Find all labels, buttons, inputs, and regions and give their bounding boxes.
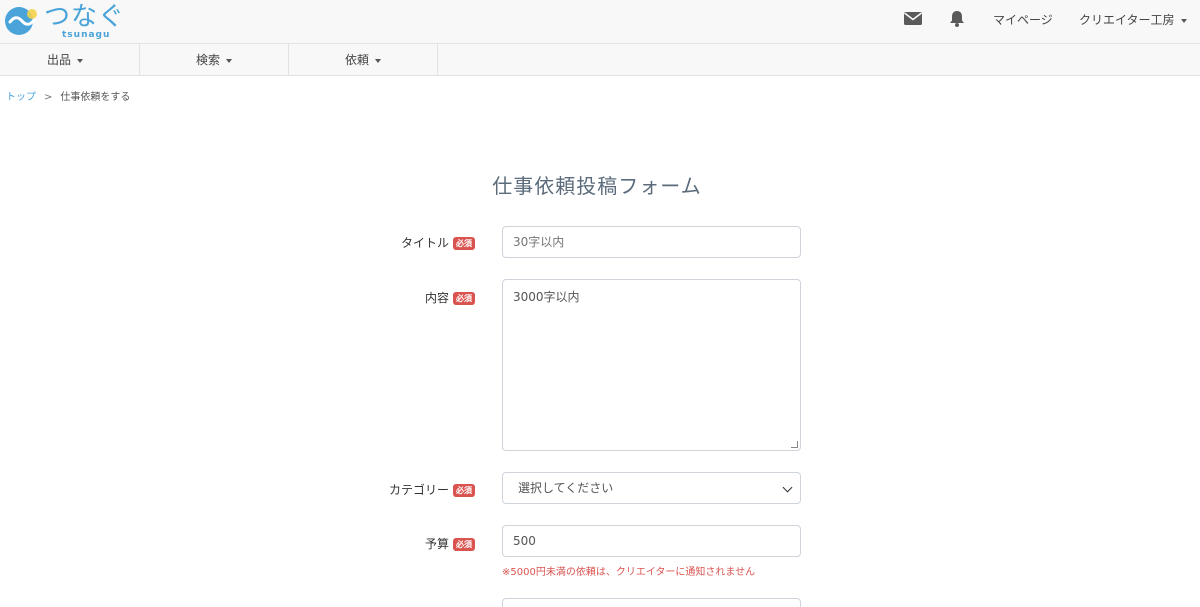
required-badge: 必須	[453, 484, 475, 497]
category-select-value: 選択してください	[518, 481, 614, 495]
required-badge: 必須	[453, 292, 475, 305]
category-label-text: カテゴリー	[388, 483, 449, 497]
title-label-text: タイトル	[400, 236, 449, 250]
content-placeholder: 3000字以内	[513, 290, 580, 304]
required-badge: 必須	[453, 538, 475, 551]
content-textarea[interactable]: 3000字以内	[502, 279, 801, 451]
chevron-down-icon	[77, 58, 83, 63]
budget-input[interactable]: 500	[502, 525, 801, 557]
brand-name: つなぐ	[44, 2, 126, 32]
menu-item-label: 依頼	[344, 53, 369, 67]
category-menubar: 出品 検索 依頼	[0, 44, 1200, 76]
budget-input-value: 500	[513, 534, 536, 548]
required-badge: 必須	[453, 237, 475, 250]
next-field-input[interactable]	[502, 598, 801, 607]
logo-mark-icon	[5, 7, 37, 35]
menu-item-label: 検索	[195, 53, 220, 67]
breadcrumb-home-link[interactable]: トップ	[6, 92, 36, 103]
breadcrumb-current: 仕事依頼をする	[60, 92, 131, 103]
breadcrumb-separator: >	[44, 92, 53, 103]
envelope-icon[interactable]	[903, 9, 923, 27]
content-label-text: 内容	[424, 291, 449, 305]
chevron-down-icon	[226, 58, 232, 63]
brand-subtitle: tsunagu	[62, 30, 111, 40]
menu-item-request[interactable]: 依頼	[289, 44, 438, 76]
chevron-down-icon	[1180, 18, 1187, 23]
title-label: タイトル 必須	[275, 234, 475, 251]
menu-item-listing[interactable]: 出品	[0, 44, 140, 76]
menu-item-search[interactable]: 検索	[140, 44, 289, 76]
creator-menu-label: クリエイター工房	[1079, 13, 1175, 27]
content-label: 内容 必須	[275, 289, 475, 306]
chevron-down-icon	[375, 58, 381, 63]
category-label: カテゴリー 必須	[275, 481, 475, 498]
mypage-link[interactable]: マイページ	[993, 11, 1053, 28]
breadcrumb: トップ > 仕事依頼をする	[6, 88, 130, 103]
page-title: 仕事依頼投稿フォーム	[492, 174, 702, 198]
top-navbar: つなぐ tsunagu マイページ クリエイター工房	[0, 0, 1200, 44]
creator-menu-dropdown[interactable]: クリエイター工房	[1079, 11, 1187, 28]
bell-icon[interactable]	[947, 9, 967, 27]
title-input[interactable]	[502, 226, 801, 258]
brand-logo[interactable]: つなぐ tsunagu	[4, 2, 129, 42]
budget-note: ※5000円未満の依頼は、クリエイターに通知されません	[502, 567, 756, 578]
resize-handle-icon[interactable]	[791, 441, 798, 448]
menu-item-label: 出品	[46, 53, 71, 67]
category-select[interactable]: 選択してください	[502, 472, 801, 504]
budget-label: 予算 必須	[275, 535, 475, 552]
chevron-down-icon	[782, 482, 793, 493]
budget-label-text: 予算	[424, 537, 449, 551]
